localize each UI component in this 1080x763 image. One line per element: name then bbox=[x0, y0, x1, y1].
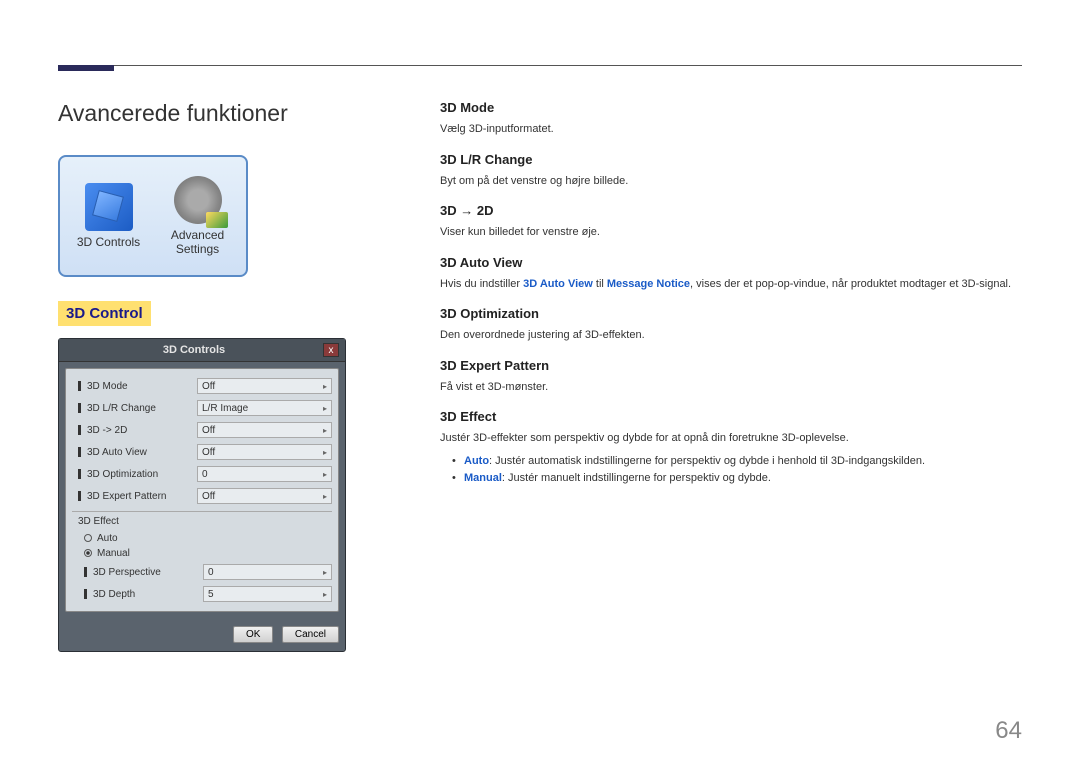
left-column: Avancerede funktioner 3D Controls Advanc… bbox=[58, 100, 358, 652]
row-bullet bbox=[78, 491, 81, 501]
h-3d-2d: 3D → 2D bbox=[440, 203, 1020, 218]
cube-icon bbox=[85, 183, 133, 231]
h-3d-lr-change: 3D L/R Change bbox=[440, 152, 1020, 167]
chevron-right-icon: ▸ bbox=[323, 470, 327, 479]
row-bullet bbox=[78, 469, 81, 479]
b-3d-auto-view: Hvis du indstiller 3D Auto View til Mess… bbox=[440, 276, 1020, 293]
control-value: Off bbox=[202, 381, 215, 392]
b-3d-expert-pattern: Få vist et 3D-mønster. bbox=[440, 379, 1020, 396]
b-3d-effect: Justér 3D-effekter som perspektiv og dyb… bbox=[440, 430, 1020, 447]
control-dropdown[interactable]: Off ▸ bbox=[197, 378, 332, 394]
control-dropdown[interactable]: 5▸ bbox=[203, 586, 332, 602]
control-dropdown[interactable]: 0▸ bbox=[197, 466, 332, 482]
control-row: 3D Mode Off ▸ bbox=[72, 375, 332, 397]
cancel-button[interactable]: Cancel bbox=[282, 626, 339, 643]
controls-panel: 3D Controls x 3D ModeOff▸3D L/R ChangeL/… bbox=[58, 338, 346, 652]
close-button[interactable]: x bbox=[323, 343, 339, 357]
h-3d-auto-view: 3D Auto View bbox=[440, 255, 1020, 270]
control-row: 3D Auto View Off ▸ bbox=[72, 441, 332, 463]
control-dropdown[interactable]: Off ▸ bbox=[197, 422, 332, 438]
control-dropdown[interactable]: Off ▸ bbox=[197, 488, 332, 504]
li-auto: Auto: Justér automatisk indstillingerne … bbox=[440, 453, 1020, 471]
control-value: Off bbox=[202, 425, 215, 436]
thumbnail-panel: 3D Controls AdvancedSettings bbox=[58, 155, 248, 277]
page-number: 64 bbox=[995, 717, 1022, 745]
effect-section-label: 3D Effect bbox=[72, 511, 332, 531]
control-label: 3D Optimization bbox=[87, 469, 197, 480]
chevron-right-icon: ▸ bbox=[323, 382, 327, 391]
thumb-label-adv: AdvancedSettings bbox=[171, 228, 224, 257]
control-dropdown[interactable]: 0▸ bbox=[203, 564, 332, 580]
page-accent-bar bbox=[58, 65, 114, 71]
right-column: 3D Mode Vælg 3D-inputformatet. 3D L/R Cha… bbox=[440, 100, 1020, 502]
page-divider bbox=[58, 65, 1022, 66]
control-value: Off bbox=[202, 491, 215, 502]
control-label: 3D -> 2D bbox=[87, 425, 197, 436]
control-label: 3D Mode bbox=[87, 381, 197, 392]
chevron-right-icon: ▸ bbox=[323, 426, 327, 435]
control-dropdown[interactable]: Off ▸ bbox=[197, 444, 332, 460]
ok-button[interactable]: OK bbox=[233, 626, 273, 643]
control-row: 3D Optimization0▸ bbox=[72, 463, 332, 485]
radio-icon bbox=[84, 534, 92, 542]
b-3d-lr-change: Byt om på det venstre og højre billede. bbox=[440, 173, 1020, 190]
b-3d-2d: Viser kun billedet for venstre øje. bbox=[440, 224, 1020, 241]
radio-auto[interactable]: Auto bbox=[72, 531, 332, 546]
control-row: 3D Perspective0▸ bbox=[78, 561, 332, 583]
control-row: 3D -> 2D Off ▸ bbox=[72, 419, 332, 441]
h-3d-optimization: 3D Optimization bbox=[440, 306, 1020, 321]
h-3d-effect: 3D Effect bbox=[440, 409, 1020, 424]
control-value: 0 bbox=[202, 469, 208, 480]
control-label: 3D L/R Change bbox=[87, 403, 197, 414]
control-row: 3D Expert Pattern Off ▸ bbox=[72, 485, 332, 507]
control-label: 3D Auto View bbox=[87, 447, 197, 458]
section-heading-3d-control: 3D Control bbox=[58, 301, 151, 326]
h-3d-expert-pattern: 3D Expert Pattern bbox=[440, 358, 1020, 373]
row-bullet bbox=[78, 381, 81, 391]
b-3d-optimization: Den overordnede justering af 3D-effekten… bbox=[440, 327, 1020, 344]
b-3d-mode: Vælg 3D-inputformatet. bbox=[440, 121, 1020, 138]
row-bullet bbox=[84, 567, 87, 577]
chevron-right-icon: ▸ bbox=[323, 568, 327, 577]
control-row: 3D Depth5▸ bbox=[78, 583, 332, 605]
chevron-right-icon: ▸ bbox=[323, 590, 327, 599]
controls-title-bar: 3D Controls x bbox=[59, 339, 345, 362]
effect-bullet-list: Auto: Justér automatisk indstillingerne … bbox=[440, 453, 1020, 488]
row-bullet bbox=[78, 425, 81, 435]
chevron-right-icon: ▸ bbox=[323, 404, 327, 413]
control-label: 3D Perspective bbox=[93, 567, 203, 578]
row-bullet bbox=[84, 589, 87, 599]
control-value: 0 bbox=[208, 567, 214, 578]
chevron-right-icon: ▸ bbox=[323, 492, 327, 501]
controls-inner: 3D ModeOff▸3D L/R ChangeL/R Image▸3D -> … bbox=[65, 368, 339, 612]
thumb-label-3d: 3D Controls bbox=[77, 235, 140, 249]
h-3d-mode: 3D Mode bbox=[440, 100, 1020, 115]
page-title: Avancerede funktioner bbox=[58, 100, 358, 127]
chevron-right-icon: ▸ bbox=[323, 448, 327, 457]
control-value: 5 bbox=[208, 589, 214, 600]
button-bar: OK Cancel bbox=[59, 618, 345, 643]
controls-title: 3D Controls bbox=[65, 344, 323, 356]
control-value: Off bbox=[202, 447, 215, 458]
control-value: L/R Image bbox=[202, 403, 248, 414]
li-manual: Manual: Justér manuelt indstillingerne f… bbox=[440, 470, 1020, 488]
control-row: 3D L/R Change L/R Image ▸ bbox=[72, 397, 332, 419]
control-label: 3D Depth bbox=[93, 589, 203, 600]
radio-icon-selected bbox=[84, 549, 92, 557]
thumb-3d-controls[interactable]: 3D Controls bbox=[66, 183, 151, 249]
control-label: 3D Expert Pattern bbox=[87, 491, 197, 502]
radio-manual[interactable]: Manual bbox=[72, 546, 332, 561]
control-dropdown[interactable]: L/R Image ▸ bbox=[197, 400, 332, 416]
gear-icon bbox=[174, 176, 222, 224]
thumb-advanced-settings[interactable]: AdvancedSettings bbox=[155, 176, 240, 257]
row-bullet bbox=[78, 447, 81, 457]
row-bullet bbox=[78, 403, 81, 413]
